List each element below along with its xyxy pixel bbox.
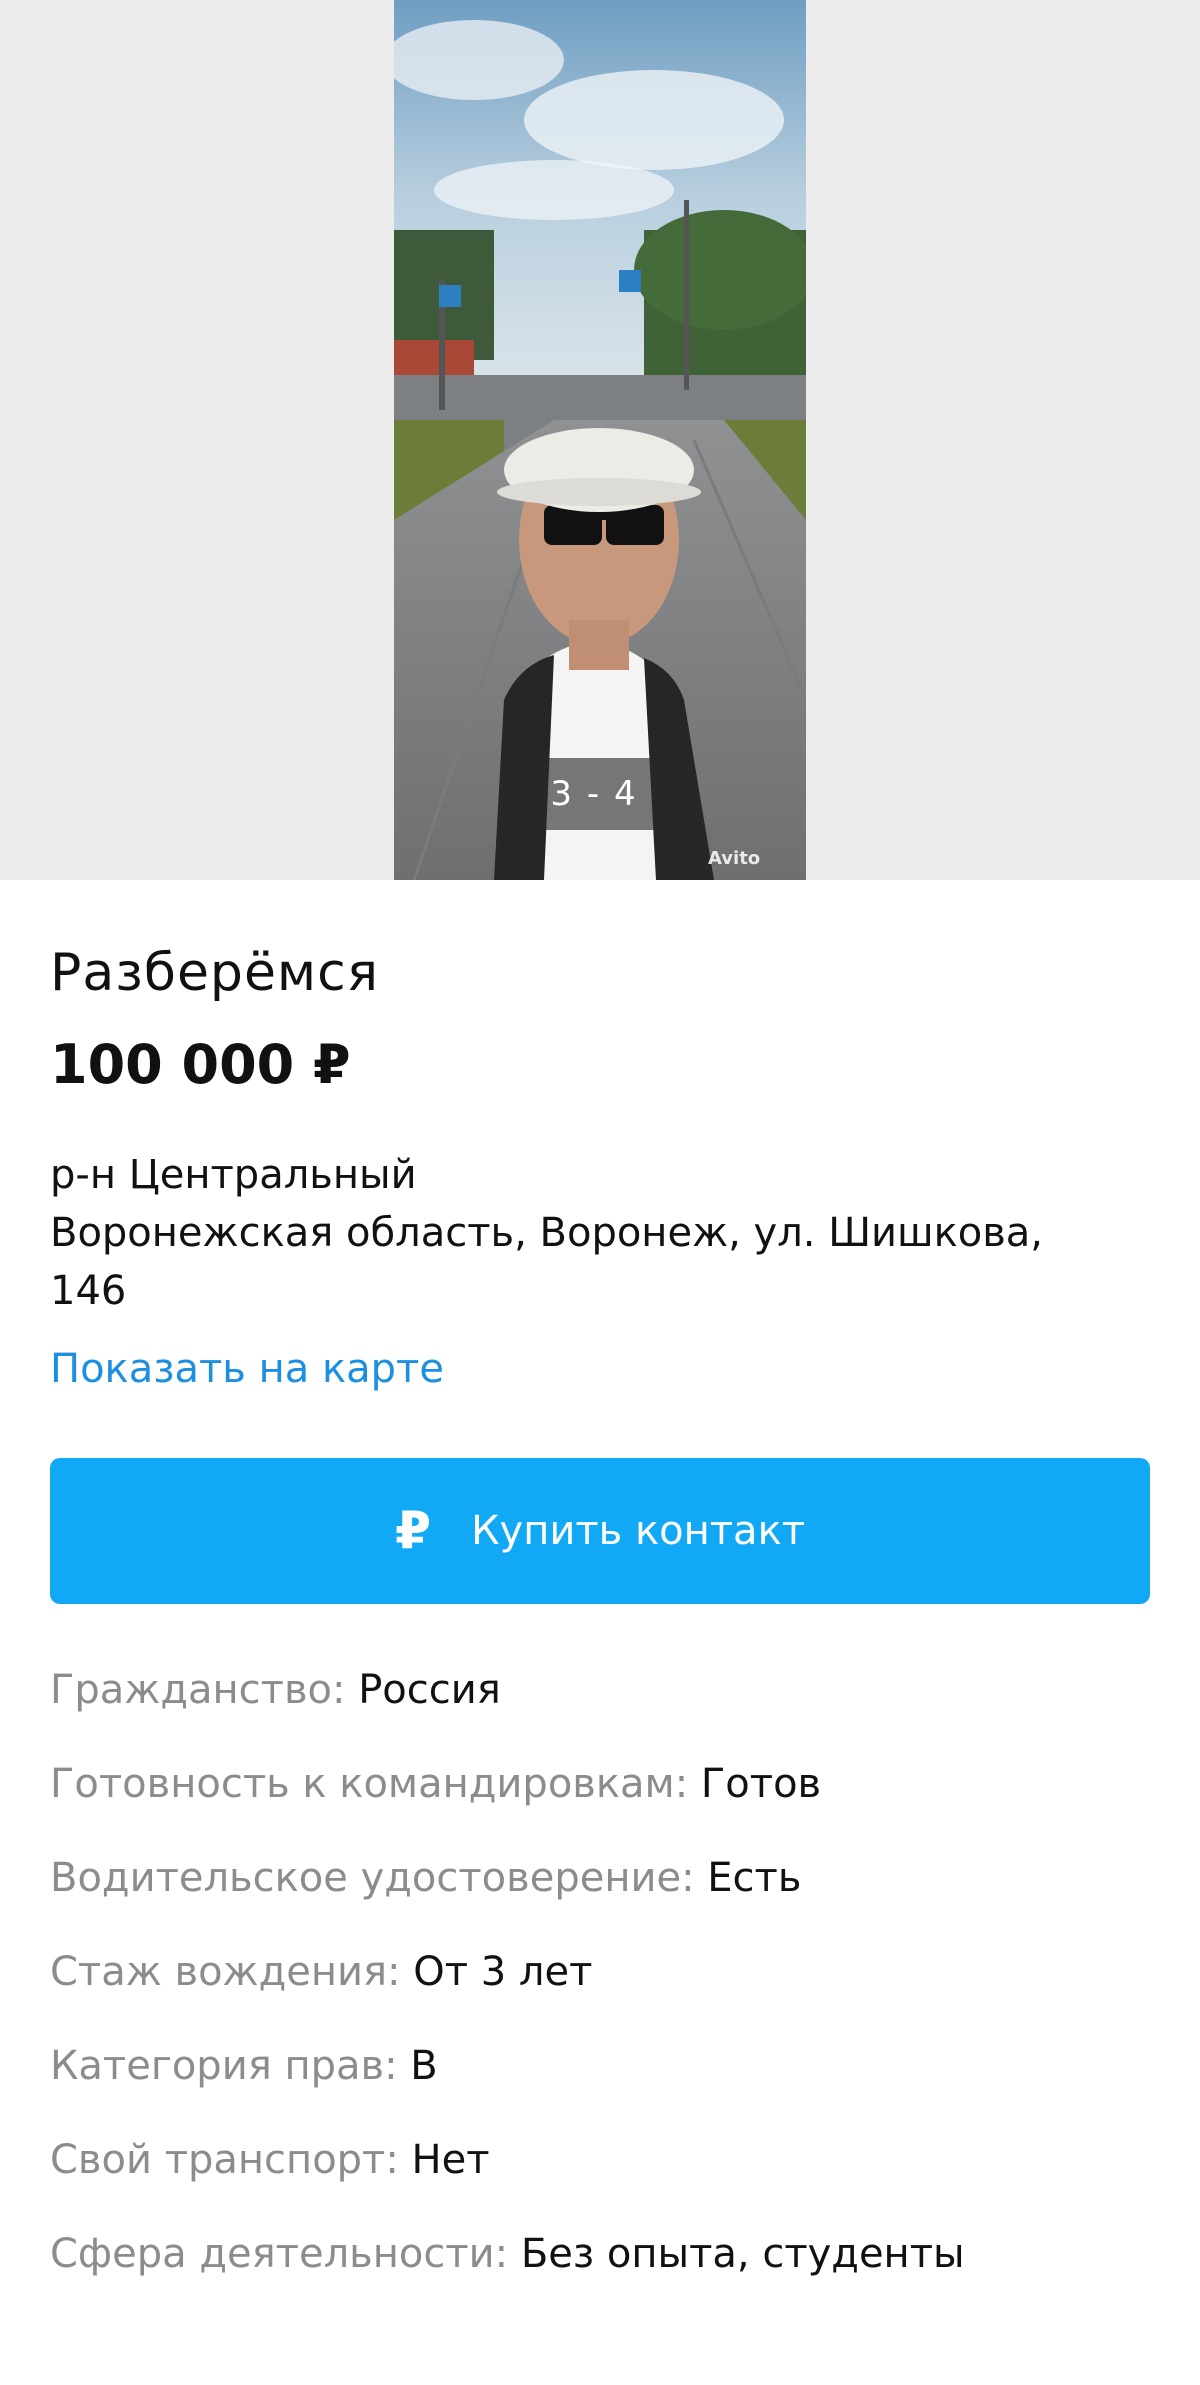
listing-address: р-н Центральный Воронежская область, Вор… [50,1146,1150,1320]
param-key: Свой транспорт: [50,2137,412,2183]
address-line: Воронежская область, Воронеж, ул. Шишков… [50,1210,1044,1256]
param-value: Нет [411,2137,490,2183]
param-value: Без опыта, студенты [520,2231,965,2277]
param-key: Категория прав: [50,2043,411,2089]
listing-title: Разберёмся [50,943,380,1003]
photo-counter: 3 - 4 [524,758,664,830]
param-key: Стаж вождения: [50,1949,414,1995]
avito-watermark: Avito [708,848,761,869]
param-value: От 3 лет [413,1949,593,1995]
param-key: Сфера деятельности: [50,2231,521,2277]
ruble-icon: ₽ [394,1501,432,1561]
param-row: Водительское удостоверение: Есть [50,1848,1150,1908]
param-row: Гражданство: Россия [50,1660,1150,1720]
param-key: Гражданство: [50,1667,359,1713]
param-row: Готовность к командировкам: Готов [50,1754,1150,1814]
param-value: Россия [358,1667,501,1713]
district: р-н Центральный [50,1152,417,1198]
param-row: Категория прав: B [50,2036,1150,2096]
param-row: Стаж вождения: От 3 лет [50,1942,1150,2002]
buy-contact-label: Купить контакт [471,1508,806,1554]
listing-price: 100 000 ₽ [50,1033,351,1096]
listing-photo[interactable] [394,0,806,880]
param-value: B [410,2043,438,2089]
buy-contact-button[interactable]: ₽ Купить контакт [50,1458,1150,1604]
param-row: Свой транспорт: Нет [50,2130,1150,2190]
listing-details: Разберёмся 100 000 ₽ р-н Центральный Вор… [0,942,1200,2284]
listing-parameters: Гражданство: Россия Готовность к команди… [50,1660,1150,2284]
show-on-map-link[interactable]: Показать на карте [50,1340,444,1398]
photo-gallery[interactable]: 3 - 4 Avito [0,0,1200,880]
param-value: Есть [707,1855,802,1901]
param-value: Готов [700,1761,822,1807]
param-key: Водительское удостоверение: [50,1855,708,1901]
param-row: Сфера деятельности: Без опыта, студенты [50,2224,1150,2284]
address-line-house: 146 [50,1268,127,1314]
param-key: Готовность к командировкам: [50,1761,701,1807]
